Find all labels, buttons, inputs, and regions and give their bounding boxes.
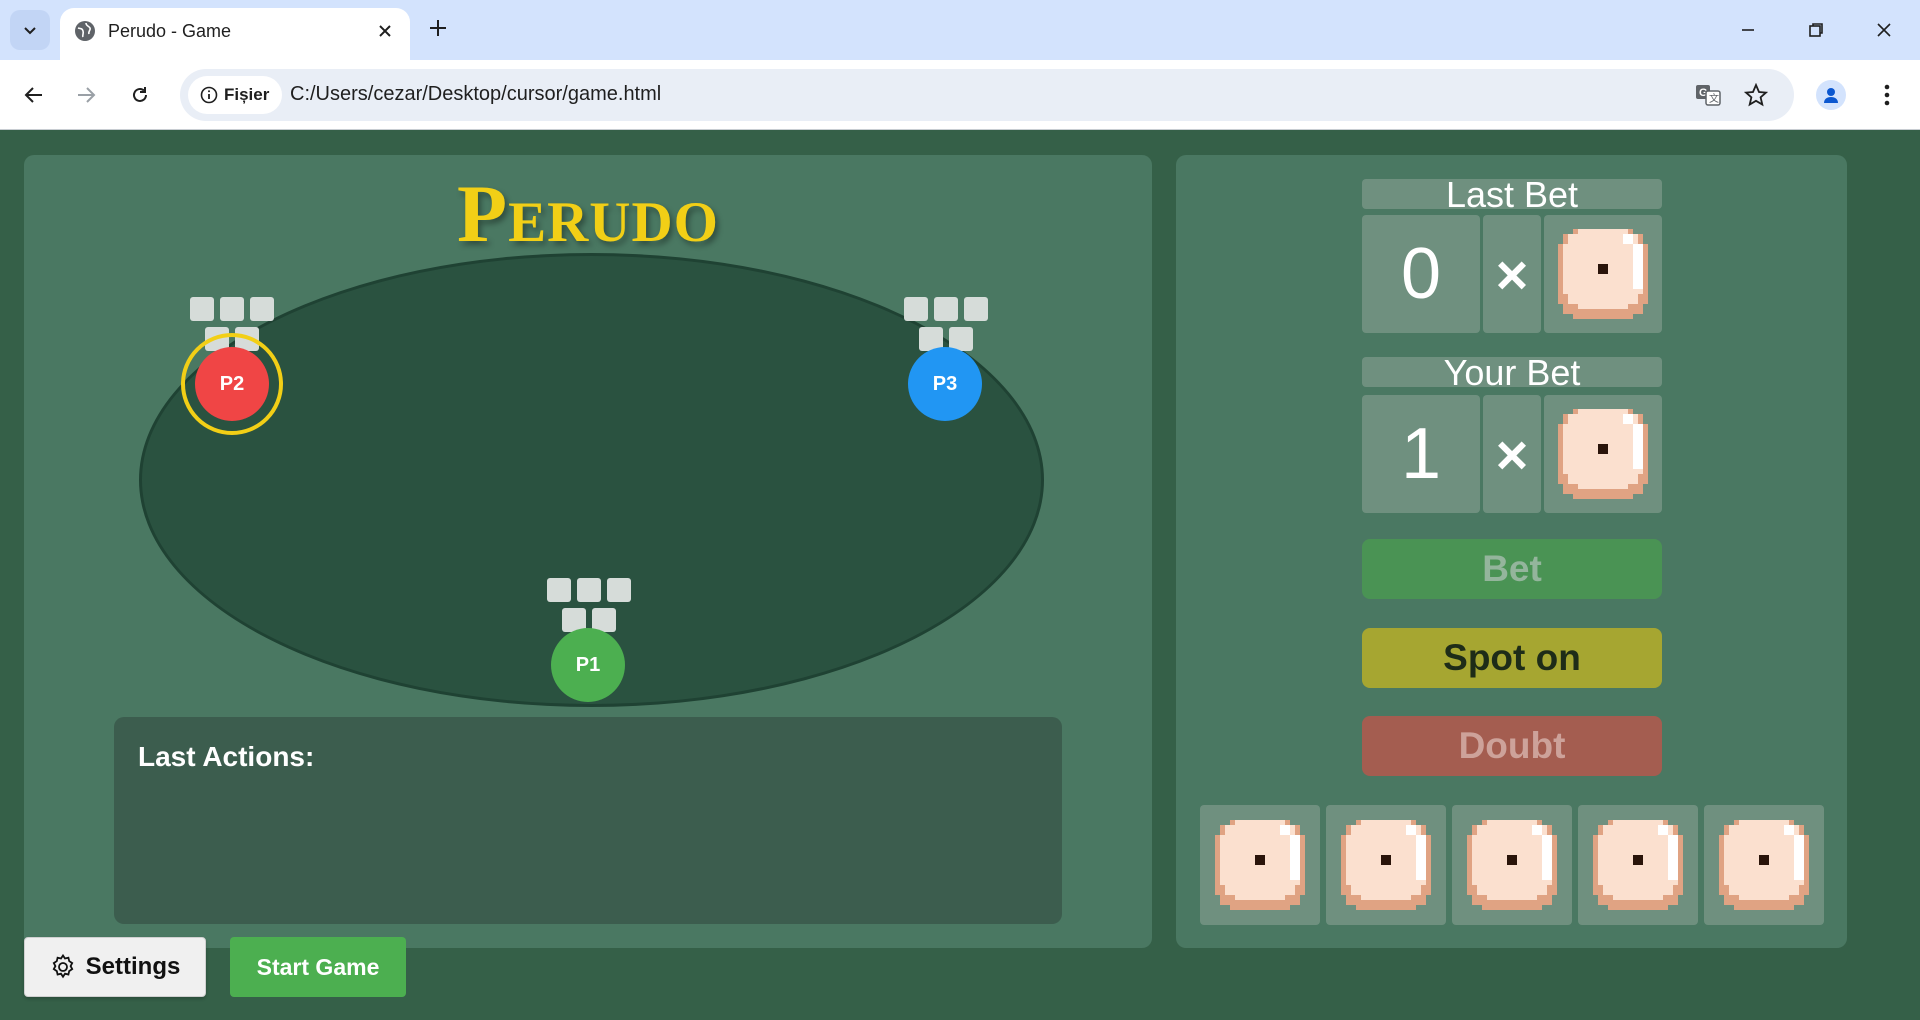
person-icon	[1824, 88, 1838, 103]
times-sign: ×	[1483, 215, 1541, 333]
my-die[interactable]	[1200, 805, 1320, 925]
chevron-down-icon	[24, 27, 36, 35]
hidden-die	[220, 297, 244, 321]
forward-button[interactable]	[68, 77, 104, 113]
plus-icon	[430, 20, 446, 36]
active-tab[interactable]: Perudo - Game	[60, 8, 410, 60]
star-icon	[1744, 83, 1768, 107]
settings-label: Settings	[85, 953, 181, 980]
spot-on-button[interactable]: Spot on	[1362, 628, 1662, 688]
doubt-button[interactable]: Doubt	[1362, 716, 1662, 776]
die-face-one-icon	[1341, 820, 1431, 910]
last-actions-title: Last Actions:	[138, 741, 315, 772]
translate-icon: G文	[1696, 85, 1721, 106]
hidden-die	[547, 578, 571, 602]
your-bet-label: Your Bet	[1362, 355, 1662, 391]
last-bet-label: Last Bet	[1362, 177, 1662, 213]
die-face-one-icon	[1467, 820, 1557, 910]
restore-button[interactable]	[1798, 12, 1834, 48]
game-panel: Perudo P2 P3 P1 Last Actions:	[24, 155, 1152, 948]
more-vert-icon	[1884, 84, 1890, 106]
hidden-die	[904, 297, 928, 321]
your-bet-quantity[interactable]: 1	[1362, 395, 1480, 513]
game-title: Perudo	[457, 168, 719, 259]
arrow-left-icon	[24, 87, 42, 103]
die-face-one-icon	[1719, 820, 1809, 910]
hidden-die	[934, 297, 958, 321]
close-window-button[interactable]	[1866, 12, 1902, 48]
my-dice-tray	[1200, 805, 1824, 925]
last-bet-face-die	[1544, 215, 1662, 333]
hidden-die	[190, 297, 214, 321]
my-die[interactable]	[1704, 805, 1824, 925]
die-face-one-icon	[1593, 820, 1683, 910]
hidden-die	[577, 578, 601, 602]
betting-panel: Last Bet 0 × Your Bet 1 × Bet Spot on Do…	[1176, 155, 1847, 948]
hidden-die	[607, 578, 631, 602]
times-sign: ×	[1483, 395, 1541, 513]
gear-icon	[52, 954, 74, 979]
tab-close-button[interactable]	[374, 20, 396, 42]
player-token-p1[interactable]: P1	[551, 628, 625, 702]
close-icon	[379, 25, 391, 37]
new-tab-button[interactable]	[424, 14, 452, 42]
site-info-label: Fișier	[224, 85, 270, 104]
svg-text:文: 文	[1709, 92, 1719, 105]
reload-button[interactable]	[122, 77, 158, 113]
minimize-button[interactable]	[1730, 12, 1766, 48]
die-face-one-icon	[1558, 229, 1648, 319]
my-die[interactable]	[1326, 805, 1446, 925]
tab-title: Perudo - Game	[108, 21, 232, 41]
die-face-one-icon	[1558, 409, 1648, 499]
start-game-button[interactable]: Start Game	[230, 937, 406, 997]
your-bet-face-die[interactable]	[1544, 395, 1662, 513]
hidden-die	[964, 297, 988, 321]
player-token-p2[interactable]: P2	[195, 347, 269, 421]
browser-toolbar: Fișier C:/Users/cezar/Desktop/cursor/gam…	[0, 60, 1920, 130]
last-actions-log: Last Actions:	[114, 717, 1062, 924]
bet-button[interactable]: Bet	[1362, 539, 1662, 599]
site-info-chip[interactable]: Fișier	[188, 76, 282, 114]
hidden-die	[250, 297, 274, 321]
globe-icon	[75, 21, 95, 41]
last-bet-quantity: 0	[1362, 215, 1480, 333]
my-die[interactable]	[1578, 805, 1698, 925]
back-button[interactable]	[16, 77, 52, 113]
die-face-one-icon	[1215, 820, 1305, 910]
url-text[interactable]: C:/Users/cezar/Desktop/cursor/game.html	[290, 83, 661, 106]
tab-search-button[interactable]	[10, 10, 50, 50]
tab-strip: Perudo - Game	[0, 0, 1920, 60]
my-die[interactable]	[1452, 805, 1572, 925]
last-bet-display: 0 ×	[1362, 215, 1662, 333]
info-icon	[200, 86, 218, 104]
close-icon	[1877, 23, 1891, 37]
your-bet-display: 1 ×	[1362, 395, 1662, 513]
arrow-right-icon	[78, 87, 96, 103]
profile-button[interactable]	[1816, 80, 1846, 110]
reload-icon	[133, 87, 147, 102]
address-bar[interactable]: Fișier C:/Users/cezar/Desktop/cursor/gam…	[180, 69, 1794, 121]
start-game-label: Start Game	[256, 953, 380, 980]
settings-button[interactable]: Settings	[24, 937, 206, 997]
player-token-p3[interactable]: P3	[908, 347, 982, 421]
translate-button[interactable]: G文	[1694, 81, 1722, 109]
browser-menu-button[interactable]	[1872, 80, 1902, 110]
restore-icon	[1809, 23, 1823, 37]
minimize-icon	[1742, 29, 1754, 31]
bookmark-button[interactable]	[1742, 81, 1770, 109]
